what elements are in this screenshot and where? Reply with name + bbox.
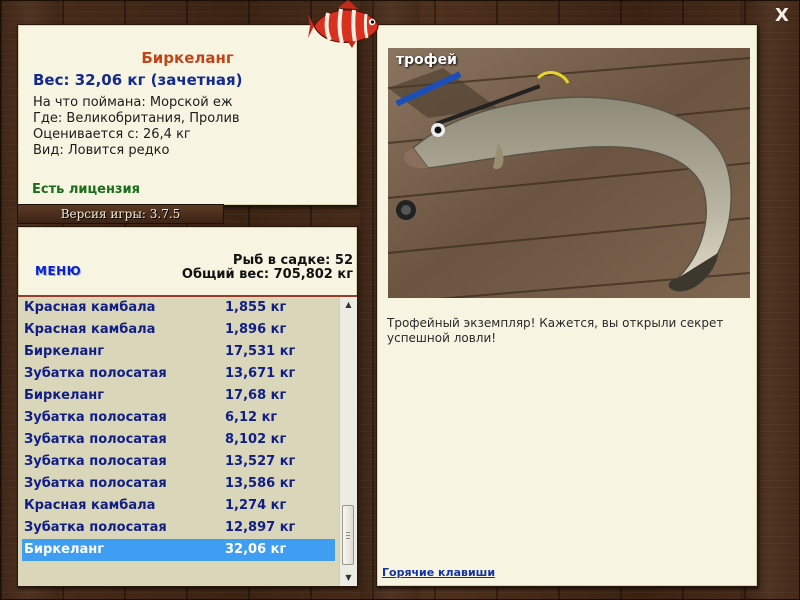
fish-info-panel: Биркеланг Вес: 32,06 кг (зачетная) На чт… — [17, 24, 358, 206]
trophy-caption: Трофейный экземпляр! Кажется, вы открыли… — [387, 316, 724, 345]
catch-weight: 1,855 кг — [225, 300, 287, 315]
scroll-up-arrow-icon[interactable]: ▲ — [340, 297, 357, 313]
table-row[interactable]: Зубатка полосатая 6,12 кг — [18, 407, 339, 429]
table-row[interactable]: Зубатка полосатая 13,671 кг — [18, 363, 339, 385]
catch-weight: 17,531 кг — [225, 344, 296, 359]
catch-name: Красная камбала — [24, 322, 156, 337]
table-row[interactable]: Красная камбала 1,855 кг — [18, 297, 339, 319]
close-button[interactable]: X — [772, 6, 792, 26]
table-row[interactable]: Зубатка полосатая 12,897 кг — [18, 517, 339, 539]
scroll-down-arrow-icon[interactable]: ▼ — [340, 570, 357, 586]
table-row[interactable]: Зубатка полосатая 8,102 кг — [18, 429, 339, 451]
catch-weight: 8,102 кг — [225, 432, 287, 447]
catch-weight: 1,274 кг — [225, 498, 287, 513]
license-status: Есть лицензия — [32, 182, 140, 197]
fish-count: Рыб в садке: 52 — [232, 253, 353, 268]
fish-bait: На что поймана: Морской еж — [33, 95, 233, 110]
thumb-grip — [346, 535, 350, 536]
catch-name: Биркеланг — [24, 542, 105, 557]
hotkeys-link[interactable]: Горячие клавиши — [382, 566, 495, 579]
table-row[interactable]: Биркеланг 17,68 кг — [18, 385, 339, 407]
catch-list[interactable]: Красная камбала 1,855 кг Красная камбала 1,… — [18, 297, 339, 586]
list-scrollbar[interactable]: ▲ ▼ — [339, 297, 357, 586]
table-row[interactable]: Зубатка полосатая 13,586 кг — [18, 473, 339, 495]
version-label: Версия игры: 3.7.5 — [17, 204, 224, 224]
catch-weight: 13,527 кг — [225, 454, 296, 469]
table-row[interactable]: Зубатка полосатая 13,527 кг — [18, 451, 339, 473]
catch-name: Зубатка полосатая — [24, 476, 167, 491]
fish-valued-from: Оценивается с: 26,4 кг — [33, 127, 191, 142]
trophy-panel: трофей Трофейный экземпляр! Кажется, вы … — [376, 24, 758, 587]
trophy-photo: трофей — [388, 48, 750, 298]
catch-weight: 17,68 кг — [225, 388, 287, 403]
catch-weight: 13,671 кг — [225, 366, 296, 381]
catch-name: Зубатка полосатая — [24, 520, 167, 535]
close-icon: X — [775, 5, 789, 26]
keepnet-panel: МЕНЮ Рыб в садке: 52 Общий вес: 705,802 … — [17, 226, 358, 587]
red-striped-fish-logo — [308, 0, 379, 48]
table-row[interactable]: Биркеланг 17,531 кг — [18, 341, 339, 363]
catch-weight: 6,12 кг — [225, 410, 278, 425]
catch-name: Биркеланг — [24, 344, 105, 359]
fish-name: Биркеланг — [141, 49, 234, 67]
menu-button[interactable]: МЕНЮ — [35, 264, 81, 278]
trophy-label: трофей — [396, 52, 457, 68]
fish-weight: Вес: 32,06 кг (зачетная) — [33, 71, 243, 89]
catch-name: Зубатка полосатая — [24, 366, 167, 381]
thumb-grip — [346, 532, 350, 533]
catch-weight: 1,896 кг — [225, 322, 287, 337]
table-row[interactable]: Биркеланг 32,06 кг — [22, 539, 335, 561]
fish-location: Где: Великобритания, Пролив — [33, 111, 240, 126]
fish-on-deck-image — [388, 48, 750, 298]
catch-name: Зубатка полосатая — [24, 454, 167, 469]
table-row[interactable]: Красная камбала 1,274 кг — [18, 495, 339, 517]
catch-weight: 12,897 кг — [225, 520, 296, 535]
catch-name: Биркеланг — [24, 388, 105, 403]
table-row[interactable]: Красная камбала 1,896 кг — [18, 319, 339, 341]
scrollbar-thumb[interactable] — [342, 505, 354, 565]
fish-rarity: Вид: Ловится редко — [33, 143, 170, 158]
total-weight: Общий вес: 705,802 кг — [181, 267, 353, 282]
catch-weight: 13,586 кг — [225, 476, 296, 491]
catch-weight: 32,06 кг — [225, 542, 287, 557]
thumb-grip — [346, 538, 350, 539]
catch-name: Красная камбала — [24, 300, 156, 315]
catch-name: Красная камбала — [24, 498, 156, 513]
catch-name: Зубатка полосатая — [24, 410, 167, 425]
catch-name: Зубатка полосатая — [24, 432, 167, 447]
